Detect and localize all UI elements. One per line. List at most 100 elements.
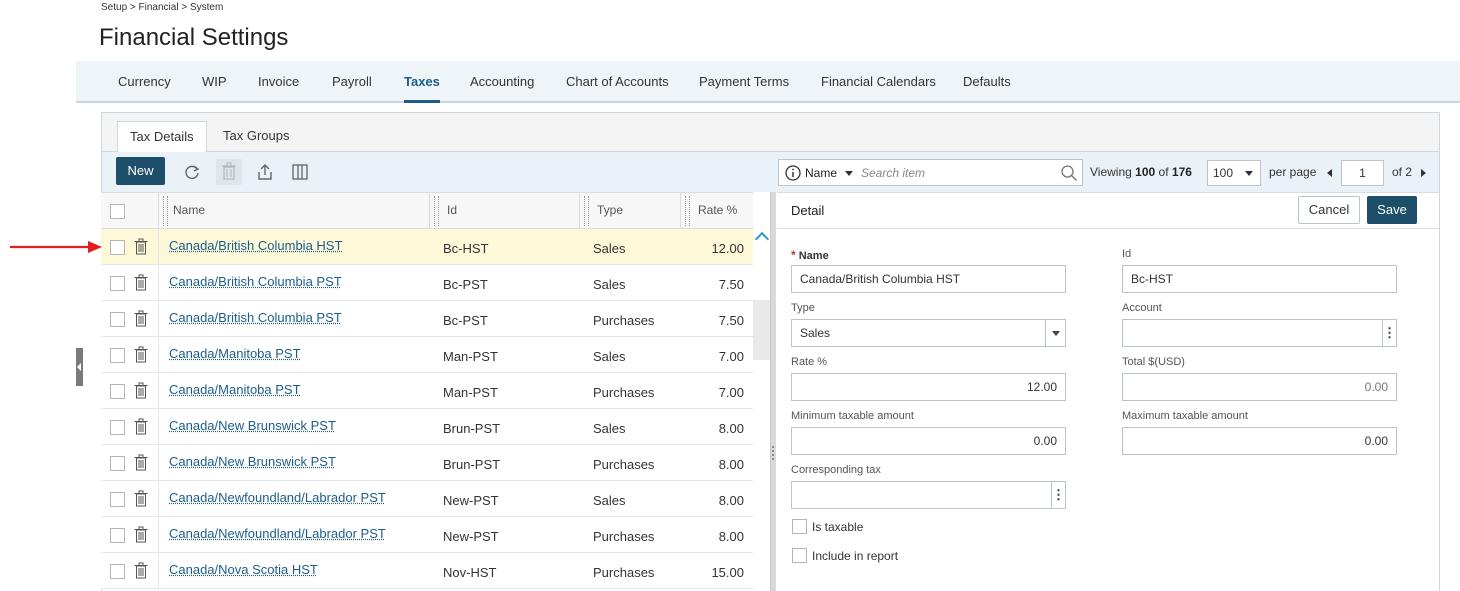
tax-name-link[interactable]: Canada/Nova Scotia HST [169, 562, 318, 577]
subtab-tax-groups[interactable]: Tax Groups [211, 121, 301, 153]
select-all-checkbox[interactable] [110, 204, 125, 219]
trash-icon[interactable] [134, 562, 148, 579]
trash-icon[interactable] [134, 454, 148, 471]
corresponding-tax-field[interactable]: ⋮ [791, 481, 1066, 509]
column-header-name[interactable]: Name [173, 203, 205, 217]
chevron-down-icon[interactable] [1045, 320, 1065, 346]
tab-accounting[interactable]: Accounting [470, 74, 534, 89]
new-button[interactable]: New [116, 157, 165, 185]
trash-icon[interactable] [134, 274, 148, 291]
row-checkbox[interactable] [110, 276, 125, 291]
name-field[interactable]: Canada/British Columbia HST [791, 265, 1066, 293]
tab-payroll[interactable]: Payroll [332, 74, 372, 89]
table-row[interactable]: Canada/Manitoba PST Man-PST Sales 7.00 [101, 337, 753, 373]
table-row[interactable]: Canada/British Columbia HST Bc-HST Sales… [101, 229, 753, 265]
tab-invoice[interactable]: Invoice [258, 74, 299, 89]
tab-payment-terms[interactable]: Payment Terms [699, 74, 789, 89]
info-icon[interactable] [785, 165, 801, 181]
max-taxable-field[interactable]: 0.00 [1122, 427, 1397, 455]
column-drag-handle[interactable] [685, 196, 690, 226]
next-page-icon[interactable] [1421, 169, 1426, 177]
tax-name-link[interactable]: Canada/British Columbia HST [169, 238, 342, 253]
row-checkbox[interactable] [110, 348, 125, 363]
more-options-icon[interactable]: ⋮ [1382, 320, 1396, 346]
tax-id: Bc-HST [443, 241, 489, 256]
pane-splitter[interactable] [770, 192, 776, 591]
tax-name-link[interactable]: Canada/Manitoba PST [169, 346, 301, 361]
row-checkbox[interactable] [110, 384, 125, 399]
export-icon[interactable] [255, 162, 275, 182]
column-drag-handle[interactable] [163, 196, 168, 226]
table-row[interactable]: Canada/Newfoundland/Labrador PST New-PST… [101, 517, 753, 553]
row-checkbox[interactable] [110, 492, 125, 507]
tab-taxes[interactable]: Taxes [404, 74, 440, 103]
min-taxable-field[interactable]: 0.00 [791, 427, 1066, 455]
type-select[interactable]: Sales [791, 319, 1066, 347]
tax-name-link[interactable]: Canada/New Brunswick PST [169, 454, 336, 469]
table-row[interactable]: Canada/New Brunswick PST Brun-PST Sales … [101, 409, 753, 445]
save-button[interactable]: Save [1367, 196, 1417, 224]
tab-wip[interactable]: WIP [202, 74, 227, 89]
table-row[interactable]: Canada/New Brunswick PST Brun-PST Purcha… [101, 445, 753, 481]
tax-name-link[interactable]: Canada/British Columbia PST [169, 310, 342, 325]
trash-icon[interactable] [134, 346, 148, 363]
row-checkbox[interactable] [110, 312, 125, 327]
trash-icon[interactable] [134, 526, 148, 543]
splitter-grip[interactable] [772, 446, 774, 460]
trash-icon[interactable] [134, 238, 148, 255]
delete-icon[interactable] [216, 159, 242, 185]
scrollbar-thumb[interactable] [753, 300, 770, 360]
table-row[interactable]: Canada/Manitoba PST Man-PST Purchases 7.… [101, 373, 753, 409]
columns-icon[interactable] [290, 162, 310, 182]
trash-icon[interactable] [134, 418, 148, 435]
include-in-report-checkbox[interactable] [792, 548, 807, 563]
tab-defaults[interactable]: Defaults [963, 74, 1011, 89]
column-header-rate[interactable]: Rate % [698, 203, 737, 217]
column-drag-handle[interactable] [434, 196, 439, 226]
chevron-down-icon[interactable] [845, 171, 853, 176]
table-row[interactable]: Canada/Newfoundland/Labrador PST New-PST… [101, 481, 753, 517]
row-checkbox[interactable] [110, 528, 125, 543]
tax-name-link[interactable]: Canada/Manitoba PST [169, 382, 301, 397]
trash-icon[interactable] [134, 310, 148, 327]
rate-field[interactable]: 12.00 [791, 373, 1066, 401]
search-icon[interactable] [1060, 164, 1078, 182]
tax-name-link[interactable]: Canada/Newfoundland/Labrador PST [169, 490, 386, 505]
cancel-button[interactable]: Cancel [1298, 196, 1360, 224]
tab-chart-of-accounts[interactable]: Chart of Accounts [566, 74, 669, 89]
subtab-tax-details[interactable]: Tax Details [117, 121, 207, 153]
id-field[interactable]: Bc-HST [1122, 265, 1397, 293]
previous-page-icon[interactable] [1327, 169, 1332, 177]
column-header-type[interactable]: Type [597, 203, 623, 217]
search-field-selector[interactable]: Name [805, 166, 837, 180]
trash-icon[interactable] [134, 490, 148, 507]
table-row[interactable]: Canada/British Columbia PST Bc-PST Purch… [101, 301, 753, 337]
row-checkbox[interactable] [110, 420, 125, 435]
is-taxable-checkbox[interactable] [792, 519, 807, 534]
tab-financial-calendars[interactable]: Financial Calendars [821, 74, 936, 89]
table-row[interactable]: Canada/British Columbia PST Bc-PST Sales… [101, 265, 753, 301]
per-page-select[interactable]: 100 [1207, 160, 1261, 186]
row-checkbox[interactable] [110, 564, 125, 579]
row-checkbox[interactable] [110, 456, 125, 471]
chevron-up-icon[interactable] [754, 231, 770, 247]
tax-name-link[interactable]: Canada/New Brunswick PST [169, 418, 336, 433]
sidebar-collapse-handle[interactable] [76, 348, 83, 386]
account-field[interactable]: ⋮ [1122, 319, 1397, 347]
viewing-summary: Viewing 100 of 176 [1090, 165, 1192, 179]
tax-name-link[interactable]: Canada/British Columbia PST [169, 274, 342, 289]
row-checkbox[interactable] [110, 240, 125, 255]
tax-id: New-PST [443, 529, 499, 544]
grid-scrollbar[interactable] [753, 229, 770, 591]
search-input[interactable] [859, 164, 1049, 182]
column-divider [158, 265, 159, 301]
more-options-icon[interactable]: ⋮ [1051, 482, 1065, 508]
refresh-icon[interactable] [182, 162, 202, 182]
tab-currency[interactable]: Currency [118, 74, 171, 89]
page-number-input[interactable]: 1 [1341, 160, 1384, 186]
column-header-id[interactable]: Id [447, 203, 457, 217]
table-row[interactable]: Canada/Nova Scotia HST Nov-HST Purchases… [101, 553, 753, 589]
trash-icon[interactable] [134, 382, 148, 399]
tax-name-link[interactable]: Canada/Newfoundland/Labrador PST [169, 526, 386, 541]
column-drag-handle[interactable] [584, 196, 589, 226]
